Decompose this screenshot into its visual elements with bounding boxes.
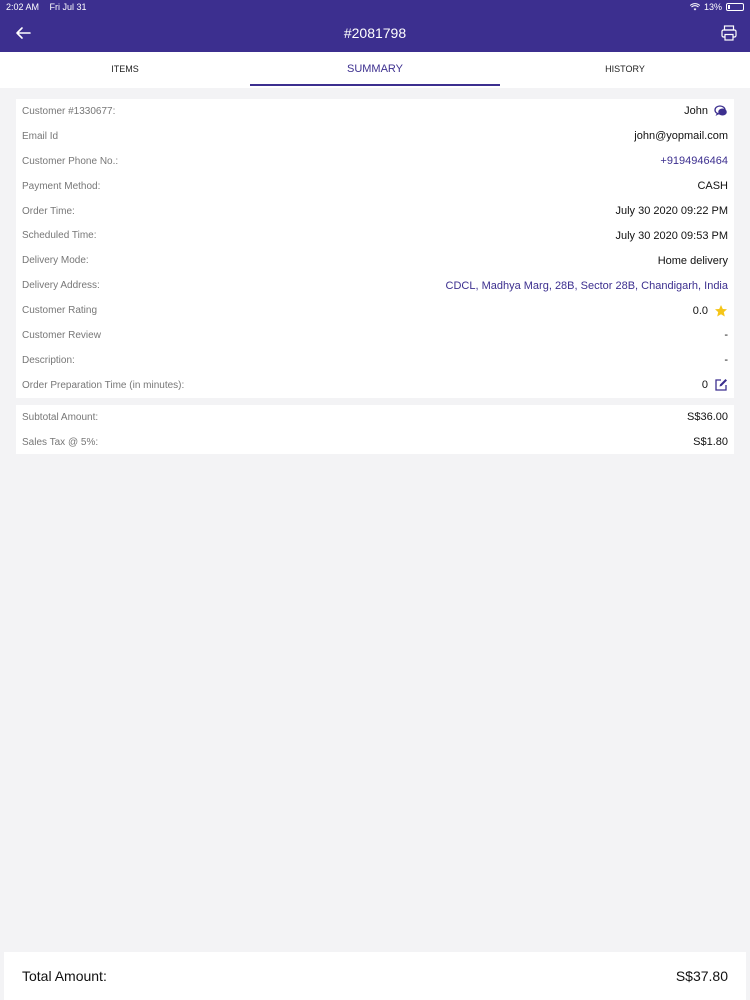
email-label: Email Id [22,130,59,142]
phone-label: Customer Phone No.: [22,155,119,167]
customer-name: John [684,105,708,118]
tab-items[interactable]: ITEMS [0,52,250,88]
description-label: Description: [22,354,75,366]
detail-row-order-time: Order Time: July 30 2020 09:22 PM [16,199,734,224]
phone-link[interactable]: +9194946464 [660,155,728,167]
detail-row-scheduled-time: Scheduled Time: July 30 2020 09:53 PM [16,223,734,248]
order-time-value: July 30 2020 09:22 PM [615,205,728,217]
status-bar: 2:02 AM Fri Jul 31 13% [0,0,750,14]
prep-time-label: Order Preparation Time (in minutes): [22,379,185,391]
tab-summary[interactable]: SUMMARY [250,52,500,88]
tab-history[interactable]: HISTORY [500,52,750,88]
order-time-label: Order Time: [22,205,75,217]
wifi-icon [689,3,700,11]
detail-row-delivery-mode: Delivery Mode: Home delivery [16,248,734,273]
edit-icon[interactable] [714,378,728,392]
detail-row-rating: Customer Rating 0.0 [16,298,734,323]
customer-label: Customer #1330677: [22,105,116,117]
prep-time-number: 0 [701,379,708,392]
order-details-card: Customer #1330677: John Email Id john@yo… [16,99,734,398]
rating-value: 0.0 [693,304,728,318]
top-navbar: #2081798 [0,14,750,52]
detail-row-email: Email Id john@yopmail.com [16,124,734,149]
sales-tax-label: Sales Tax @ 5%: [22,436,99,448]
total-label: Total Amount: [22,968,107,984]
detail-row-phone: Customer Phone No.: +9194946464 [16,149,734,174]
total-value: S$37.80 [675,968,728,984]
description-value: - [724,354,728,367]
review-label: Customer Review [22,329,101,341]
battery-icon [726,3,744,11]
printer-icon[interactable] [720,24,738,42]
status-time: 2:02 AM [6,2,40,12]
battery-percent: 13% [703,2,722,12]
customer-value: John [684,104,728,118]
delivery-address-label: Delivery Address: [22,280,100,292]
subtotal-label: Subtotal Amount: [22,411,99,423]
status-right: 13% [689,0,744,14]
detail-row-delivery-address: Delivery Address: CDCL, Madhya Marg, 28B… [16,273,734,298]
chat-icon[interactable] [714,104,728,118]
subtotal-value: S$36.00 [687,411,728,424]
total-footer: Total Amount: S$37.80 [4,952,746,1000]
email-value: john@yopmail.com [634,130,728,143]
sales-tax-value: S$1.80 [693,436,728,449]
detail-row-review: Customer Review - [16,323,734,348]
rating-number: 0.0 [692,304,708,317]
amount-row-sales-tax: Sales Tax @ 5%: S$1.80 [16,430,734,455]
detail-row-description: Description: - [16,348,734,373]
status-date: Fri Jul 31 [49,2,87,12]
scheduled-time-label: Scheduled Time: [22,230,97,242]
tab-bar: ITEMS SUMMARY HISTORY [0,52,750,88]
detail-row-prep-time: Order Preparation Time (in minutes): 0 [16,373,734,398]
prep-time-value: 0 [702,378,728,392]
review-value: - [724,329,728,342]
delivery-address-link[interactable]: CDCL, Madhya Marg, 28B, Sector 28B, Chan… [446,280,728,292]
rating-label: Customer Rating [22,305,98,317]
delivery-mode-label: Delivery Mode: [22,255,89,267]
scheduled-time-value: July 30 2020 09:53 PM [615,229,728,242]
detail-row-payment: Payment Method: CASH [16,174,734,199]
delivery-mode-value: Home delivery [657,254,728,267]
star-icon [715,304,727,317]
order-number-title: #2081798 [343,25,407,41]
payment-value: CASH [697,180,728,193]
status-left: 2:02 AM Fri Jul 31 [6,0,95,14]
amounts-card: Subtotal Amount: S$36.00 Sales Tax @ 5%:… [16,405,734,454]
detail-row-customer: Customer #1330677: John [16,99,734,124]
payment-label: Payment Method: [22,180,101,192]
amount-row-subtotal: Subtotal Amount: S$36.00 [16,405,734,430]
